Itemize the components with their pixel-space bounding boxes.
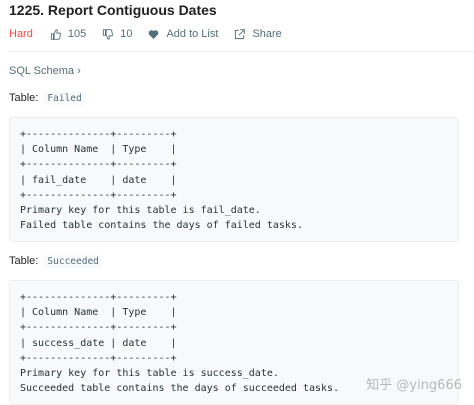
table-label-text: Table: xyxy=(9,92,39,104)
table-name-failed: Failed xyxy=(44,92,85,105)
table-label-failed: Table: Failed xyxy=(9,92,85,105)
add-to-list-label: Add to List xyxy=(166,28,219,40)
like-button[interactable]: 105 xyxy=(50,28,86,40)
sql-schema-link[interactable]: SQL Schema › xyxy=(9,65,81,77)
succeeded-table-schema: +--------------+---------+ | Column Name… xyxy=(20,292,340,395)
difficulty-badge: Hard xyxy=(9,28,33,40)
table-name-succeeded: Succeeded xyxy=(44,255,102,268)
share-icon xyxy=(234,28,246,40)
add-to-list-button[interactable]: Add to List xyxy=(148,28,218,40)
table-label-succeeded: Table: Succeeded xyxy=(9,255,102,268)
header-divider xyxy=(9,51,474,52)
failed-table-code-block: +--------------+---------+ | Column Name… xyxy=(9,117,459,242)
dislike-count: 10 xyxy=(120,28,133,40)
thumbs-up-icon xyxy=(50,28,61,40)
problem-meta-bar: Hard 105 10 Add to List Share xyxy=(9,27,298,41)
failed-table-schema: +--------------+---------+ | Column Name… xyxy=(20,129,303,232)
share-button[interactable]: Share xyxy=(234,28,282,40)
heart-icon xyxy=(148,29,159,40)
like-count: 105 xyxy=(67,28,87,40)
thumbs-down-icon xyxy=(102,28,114,40)
dislike-button[interactable]: 10 xyxy=(102,28,132,40)
problem-title: 1225. Report Contiguous Dates xyxy=(9,2,217,18)
share-label: Share xyxy=(252,28,282,40)
table-label-text: Table: xyxy=(9,255,39,267)
watermark: 知乎 @ying666 xyxy=(366,378,462,393)
